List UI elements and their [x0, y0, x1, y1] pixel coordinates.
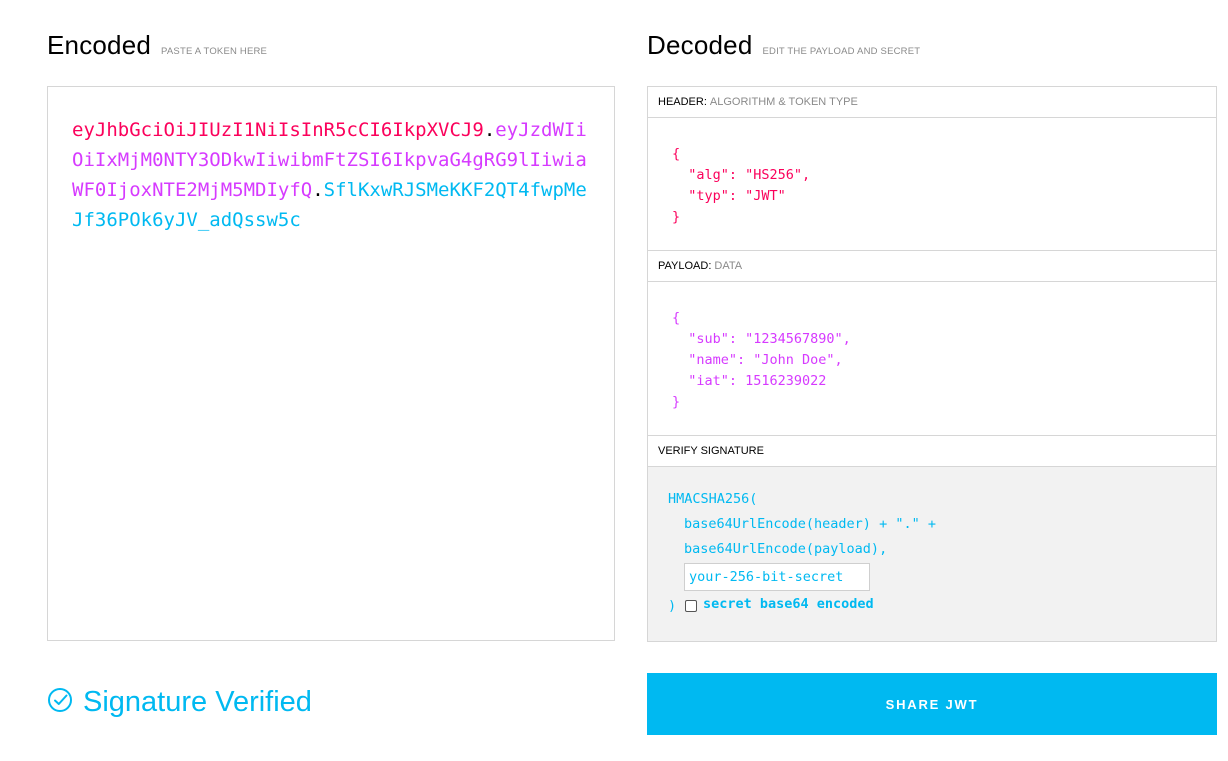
- token-dot: .: [483, 119, 496, 141]
- header-json-editor[interactable]: { "alg": "HS256", "typ": "JWT" }: [648, 118, 1216, 250]
- header-section-title: HEADER: ALGORITHM & TOKEN TYPE: [648, 87, 1216, 118]
- verify-label: VERIFY SIGNATURE: [658, 445, 764, 457]
- payload-sublabel: DATA: [714, 260, 743, 272]
- decoded-heading: Decoded EDIT THE PAYLOAD AND SECRET: [647, 30, 920, 61]
- payload-json-editor[interactable]: { "sub": "1234567890", "name": "John Doe…: [648, 282, 1216, 435]
- encoded-title: Encoded: [47, 30, 152, 60]
- signature-status: Signature Verified: [47, 686, 312, 719]
- hmac-header-arg: base64UrlEncode(header) + "." +: [684, 516, 936, 532]
- decoded-title: Decoded: [647, 30, 753, 60]
- decoded-panel: HEADER: ALGORITHM & TOKEN TYPE { "alg": "…: [647, 86, 1217, 642]
- hmac-function: HMACSHA256(: [668, 491, 758, 507]
- header-sublabel: ALGORITHM & TOKEN TYPE: [709, 96, 858, 108]
- payload-json[interactable]: { "sub": "1234567890", "name": "John Doe…: [672, 308, 851, 413]
- header-label: HEADER:: [658, 96, 707, 108]
- token-dot: .: [312, 179, 324, 201]
- check-circle-icon: [47, 687, 73, 718]
- verify-signature-body: HMACSHA256( base64UrlEncode(header) + ".…: [648, 467, 1216, 641]
- header-json[interactable]: { "alg": "HS256", "typ": "JWT" }: [672, 144, 810, 228]
- token-header-part: eyJhbGciOiJIUzI1NiIsInR5cCI6IkpXVCJ9: [72, 119, 484, 141]
- secret-base64-label[interactable]: secret base64 encoded: [703, 596, 874, 612]
- verify-section-title: VERIFY SIGNATURE: [648, 436, 1216, 467]
- encoded-heading: Encoded PASTE A TOKEN HERE: [47, 30, 267, 61]
- signature-status-text: Signature Verified: [83, 686, 312, 718]
- hmac-payload-arg: base64UrlEncode(payload),: [684, 541, 888, 557]
- decoded-subtitle: EDIT THE PAYLOAD AND SECRET: [762, 46, 921, 57]
- encoded-token-editor[interactable]: eyJhbGciOiJIUzI1NiIsInR5cCI6IkpXVCJ9.eyJ…: [47, 86, 615, 641]
- secret-input[interactable]: [684, 563, 870, 591]
- payload-section-title: PAYLOAD: DATA: [648, 251, 1216, 282]
- encoded-subtitle: PASTE A TOKEN HERE: [161, 46, 268, 57]
- hmac-close-paren: ): [668, 598, 677, 614]
- payload-label: PAYLOAD:: [658, 260, 712, 272]
- secret-base64-checkbox[interactable]: [685, 600, 697, 612]
- share-jwt-button[interactable]: SHARE JWT: [647, 673, 1217, 735]
- encoded-token-text[interactable]: eyJhbGciOiJIUzI1NiIsInR5cCI6IkpXVCJ9.eyJ…: [72, 115, 592, 235]
